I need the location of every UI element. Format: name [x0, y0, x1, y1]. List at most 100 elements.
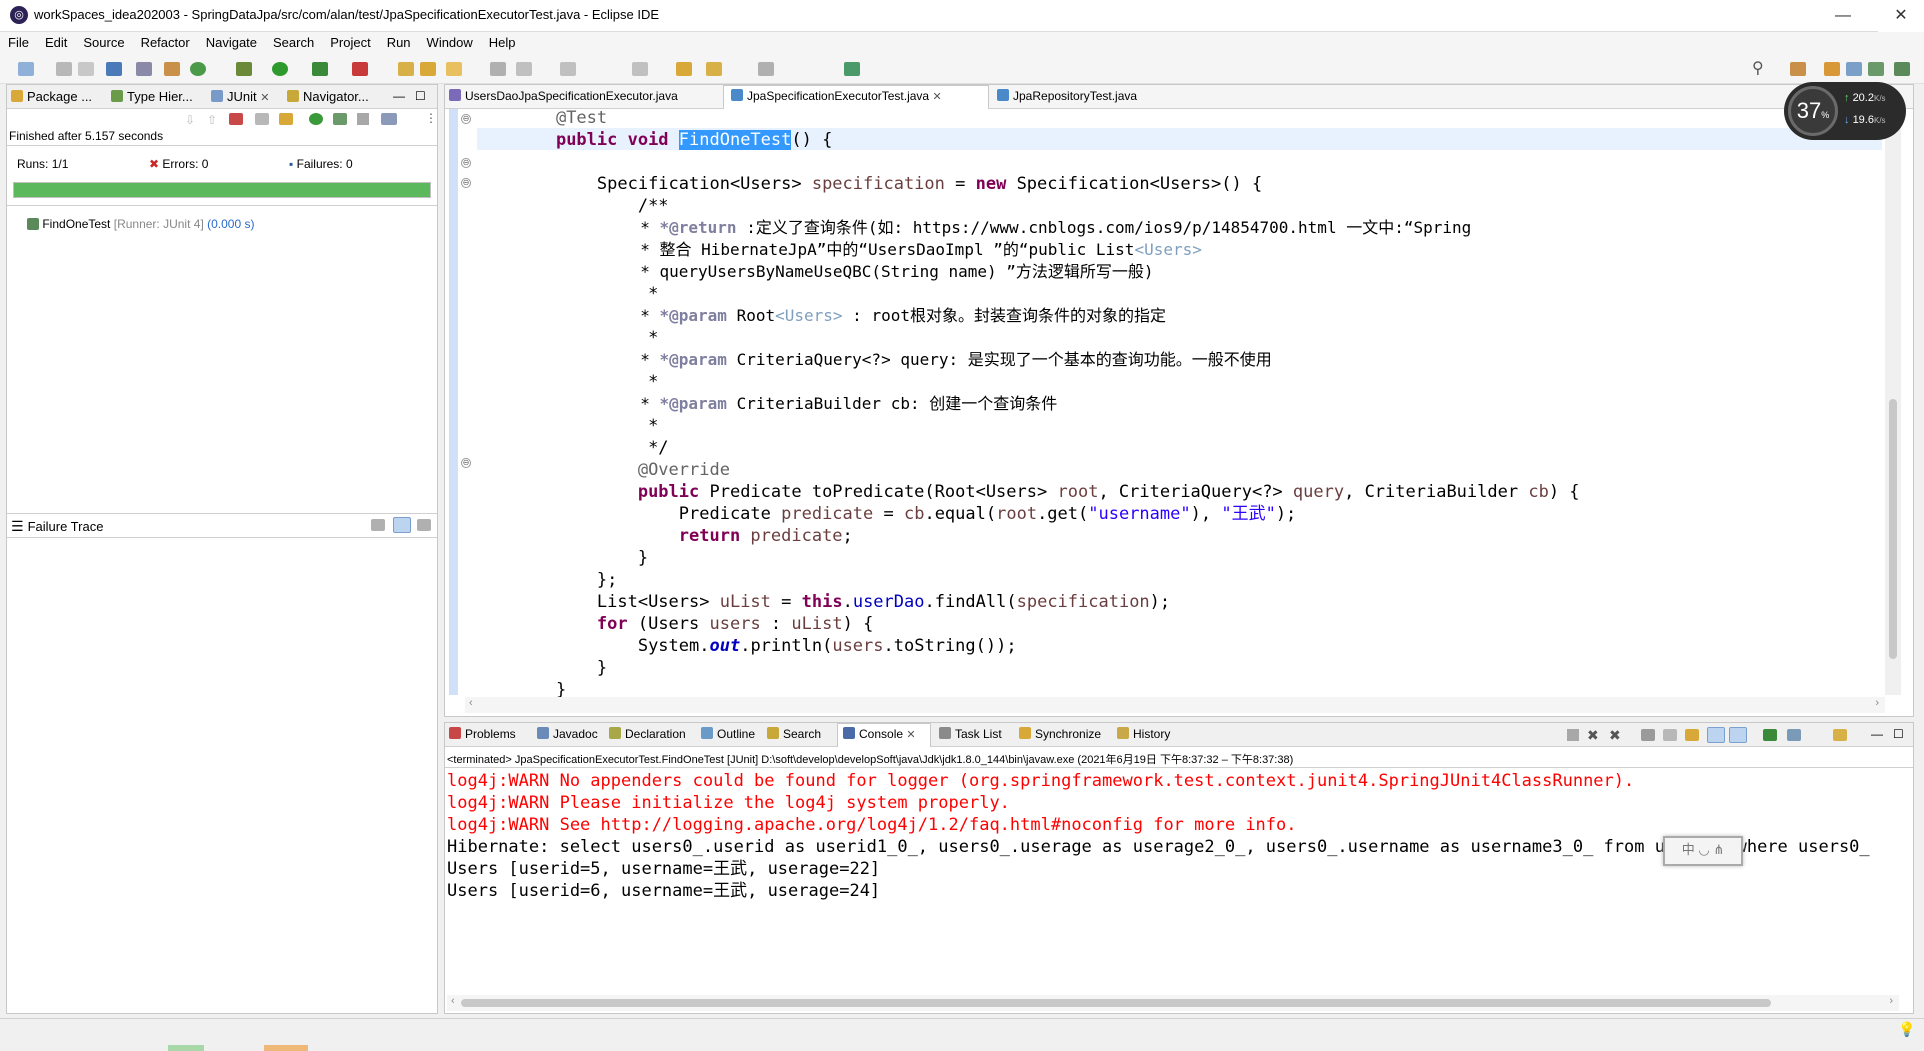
java-ee-perspective-icon[interactable] — [1824, 62, 1840, 76]
rerun-failed-first-icon[interactable] — [333, 113, 347, 125]
coverage-icon[interactable] — [312, 62, 328, 76]
filter-stack-icon[interactable] — [393, 517, 411, 533]
remove-all-launches-icon[interactable]: ✖ — [1609, 727, 1621, 744]
pin-editor-icon[interactable] — [844, 62, 860, 76]
code-line[interactable]: }; — [515, 569, 617, 591]
tab-declaration[interactable]: Declaration — [609, 727, 686, 741]
code-line[interactable]: } — [515, 547, 648, 569]
code-line[interactable]: /** — [515, 195, 669, 217]
fold-icon[interactable]: ⊖ — [461, 458, 471, 468]
menu-help[interactable]: Help — [481, 32, 524, 50]
next-annotation-icon[interactable] — [632, 62, 648, 76]
toggle-mark-icon[interactable] — [516, 62, 532, 76]
tab-javadoc[interactable]: Javadoc — [537, 727, 598, 741]
editor-tab-jpaspec[interactable]: JpaSpecificationExecutorTest.java ✕ — [731, 89, 942, 103]
search-icon[interactable]: ⚲ — [1752, 58, 1768, 77]
new-package-icon[interactable] — [398, 62, 414, 76]
tab-junit[interactable]: JUnit ✕ — [211, 89, 269, 104]
next-failure-icon[interactable]: ⇩ — [185, 113, 197, 127]
fold-icon[interactable]: ⊖ — [461, 178, 471, 188]
tab-outline[interactable]: Outline — [701, 727, 755, 741]
skip-breakpoints-icon[interactable] — [136, 62, 152, 76]
code-line[interactable]: * *@param Root<Users> : root根对象。封装查询条件的对… — [515, 305, 1166, 327]
refresh-icon[interactable] — [190, 62, 206, 76]
run-icon[interactable] — [272, 62, 288, 76]
code-line[interactable]: * — [515, 283, 658, 305]
debug-icon[interactable] — [236, 62, 252, 76]
rerun-test-icon[interactable] — [309, 113, 323, 125]
code-line[interactable]: * — [515, 415, 658, 437]
open-type-icon[interactable] — [420, 62, 436, 76]
fold-icon[interactable]: ⊖ — [461, 158, 471, 168]
stop-icon[interactable] — [357, 113, 369, 125]
code-line[interactable]: Predicate predicate = cb.equal(root.get(… — [515, 503, 1297, 525]
console-horizontal-scrollbar[interactable]: ‹ › — [447, 995, 1899, 1011]
tab-navigator[interactable]: Navigator... — [287, 89, 369, 104]
code-line[interactable]: @Test — [515, 107, 607, 129]
scroll-lock-icon[interactable] — [1663, 729, 1677, 741]
menu-window[interactable]: Window — [419, 32, 481, 50]
editor-tab-usersdao[interactable]: UsersDaoJpaSpecificationExecutor.java — [449, 89, 678, 103]
tip-icon[interactable]: 💡 — [1898, 1021, 1915, 1038]
show-on-stdout-icon[interactable] — [1707, 727, 1725, 743]
remove-launch-icon[interactable]: ✖ — [1587, 727, 1599, 744]
scrollbar-thumb[interactable] — [1889, 399, 1897, 659]
fold-icon[interactable]: ⊖ — [461, 114, 471, 124]
menu-project[interactable]: Project — [322, 32, 378, 50]
external-tools-icon[interactable] — [352, 62, 368, 76]
menu-file[interactable]: File — [0, 32, 37, 50]
code-line[interactable]: * queryUsersByNameUseQBC(String name) ”方… — [515, 261, 1153, 283]
code-line[interactable]: System.out.println(users.toString()); — [515, 635, 1017, 657]
code-line[interactable]: Specification<Users> specification = new… — [515, 173, 1262, 195]
code-line[interactable]: * *@param CriteriaBuilder cb: 创建一个查询条件 — [515, 393, 1057, 415]
java-perspective-icon[interactable] — [1846, 62, 1862, 76]
clear-console-icon[interactable] — [1641, 729, 1655, 741]
open-task-icon[interactable] — [446, 62, 462, 76]
show-failures-only-icon[interactable] — [229, 113, 243, 125]
compare-result-icon[interactable] — [371, 519, 385, 531]
code-line[interactable]: * 整合 HibernateJpA”中的“UsersDaoImpl ”的“pub… — [515, 239, 1202, 261]
editor-vertical-scrollbar[interactable] — [1885, 109, 1901, 695]
code-line[interactable]: for (Users users : uList) { — [515, 613, 873, 635]
menu-navigate[interactable]: Navigate — [198, 32, 265, 50]
scroll-lock-icon[interactable] — [255, 113, 269, 125]
console-output[interactable]: log4j:WARN No appenders could be found f… — [447, 770, 1897, 990]
scroll-left-icon[interactable]: ‹ — [469, 697, 473, 709]
save-all-icon[interactable] — [78, 62, 94, 76]
menu-run[interactable]: Run — [379, 32, 419, 50]
net-speed-widget[interactable]: 37% ↑ 20.2K/s ↓ 19.6K/s — [1784, 82, 1906, 140]
tab-console[interactable]: Console ✕ — [843, 727, 916, 741]
minimize-view-icon[interactable]: — — [1871, 727, 1883, 741]
back-icon[interactable] — [706, 62, 722, 76]
close-tab-icon[interactable]: ✕ — [932, 91, 941, 103]
last-edit-icon[interactable] — [676, 62, 692, 76]
close-icon[interactable]: ✕ — [260, 92, 269, 104]
terminal-icon[interactable] — [106, 62, 122, 76]
code-line[interactable]: } — [515, 657, 607, 679]
tab-problems[interactable]: Problems — [449, 727, 516, 741]
code-line[interactable]: List<Users> uList = this.userDao.findAll… — [515, 591, 1170, 613]
java-editor[interactable]: UsersDaoJpaSpecificationExecutor.java Jp… — [444, 84, 1914, 717]
display-console-icon[interactable] — [1787, 729, 1801, 741]
previous-failure-icon[interactable]: ⇧ — [207, 113, 219, 127]
team-perspective-icon[interactable] — [1894, 62, 1910, 76]
debug-perspective-icon[interactable] — [1868, 62, 1884, 76]
menu-source[interactable]: Source — [75, 32, 132, 50]
maximize-view-icon[interactable]: ☐ — [1893, 727, 1904, 741]
code-line[interactable]: */ — [515, 437, 668, 459]
tab-type-hierarchy[interactable]: Type Hier... — [111, 89, 193, 104]
close-button[interactable]: ✕ — [1878, 0, 1924, 32]
layout-icon[interactable] — [279, 113, 293, 125]
tab-synchronize[interactable]: Synchronize — [1019, 727, 1101, 741]
pilcrow-icon[interactable] — [560, 62, 576, 76]
tab-history[interactable]: History — [1117, 727, 1170, 741]
tab-search[interactable]: Search — [767, 727, 821, 741]
scroll-left-icon[interactable]: ‹ — [451, 995, 455, 1007]
scroll-right-icon[interactable]: › — [1889, 995, 1893, 1007]
view-menu-icon[interactable]: ⋮ — [425, 111, 437, 125]
maximize-view-icon[interactable]: ☐ — [415, 89, 426, 103]
open-perspective-icon[interactable] — [1790, 62, 1806, 76]
test-tree-item[interactable]: FindOneTest [Runner: JUnit 4] (0.000 s) — [27, 217, 254, 231]
minimize-view-icon[interactable]: — — [393, 89, 405, 103]
code-line[interactable]: * *@return :定义了查询条件(如: https://www.cnblo… — [515, 217, 1471, 239]
